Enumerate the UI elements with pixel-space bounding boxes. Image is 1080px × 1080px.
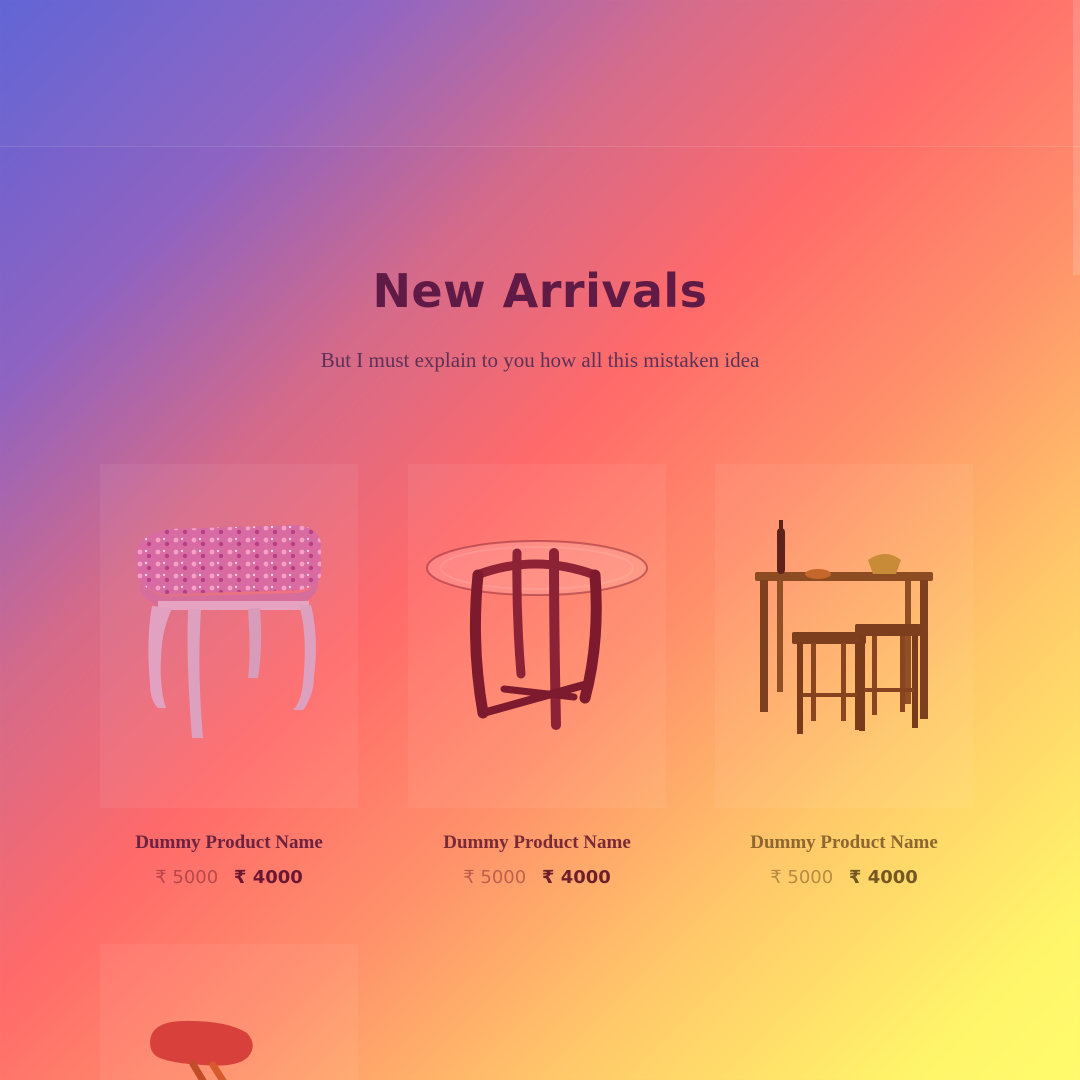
page: New Arrivals But I must explain to you h…	[0, 0, 1080, 1080]
price-row: ₹ 5000 ₹ 4000	[715, 867, 973, 888]
product-name[interactable]: Dummy Product Name	[100, 832, 358, 854]
sale-price: ₹ 4000	[541, 867, 611, 888]
bar-table-set-image	[755, 520, 933, 734]
floral-stool-image	[136, 525, 321, 738]
red-stool-image	[150, 1020, 253, 1080]
product-image-floral-stool[interactable]	[100, 464, 358, 808]
product-name[interactable]: Dummy Product Name	[408, 832, 666, 854]
old-price: ₹ 5000	[770, 867, 834, 888]
product-image-red-stool[interactable]	[100, 944, 358, 1080]
price-row: ₹ 5000 ₹ 4000	[100, 867, 358, 888]
product-image-bar-table-set[interactable]	[715, 464, 973, 808]
price-row: ₹ 5000 ₹ 4000	[408, 867, 666, 888]
product-image-glass-table[interactable]	[408, 464, 666, 808]
old-price: ₹ 5000	[463, 867, 527, 888]
old-price: ₹ 5000	[155, 867, 219, 888]
product-name[interactable]: Dummy Product Name	[715, 832, 973, 854]
sale-price: ₹ 4000	[848, 867, 918, 888]
section-subtitle: But I must explain to you how all this m…	[320, 348, 760, 372]
section-title: New Arrivals	[372, 264, 708, 318]
header-band	[0, 0, 1080, 147]
glass-table-image	[426, 540, 648, 730]
sale-price: ₹ 4000	[233, 867, 303, 888]
new-arrivals-section: New Arrivals But I must explain to you h…	[0, 146, 1080, 1080]
